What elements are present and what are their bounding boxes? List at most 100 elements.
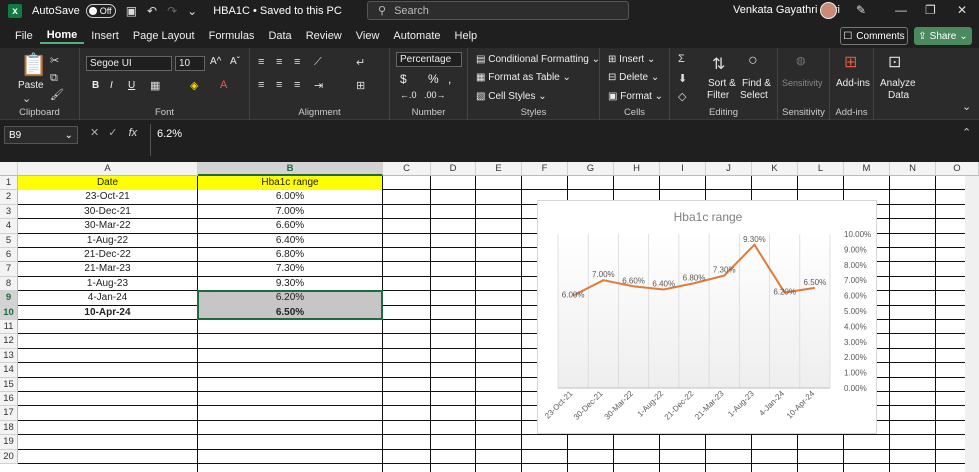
format-cells-button[interactable]: ▣ Format ⌄	[608, 91, 663, 102]
autosum-icon[interactable]: Σ	[678, 53, 685, 65]
autosave-toggle[interactable]: Off	[85, 4, 116, 18]
row-header-20[interactable]: 20	[0, 449, 18, 464]
cell-b8[interactable]: 9.30%	[198, 277, 382, 291]
tab-file[interactable]: File	[8, 30, 40, 42]
collapse-ribbon-icon[interactable]: ⌄	[962, 100, 971, 113]
cell-a2[interactable]: 23-Oct-21	[18, 190, 197, 204]
cell-b7[interactable]: 7.30%	[198, 262, 382, 276]
paste-dropdown-icon[interactable]: ⌄	[22, 92, 31, 105]
row-header-9[interactable]: 9	[0, 291, 18, 306]
restore-icon[interactable]: ❐	[925, 3, 936, 17]
select-all-corner[interactable]	[0, 162, 18, 176]
cell-b1[interactable]: Hba1c range	[198, 176, 382, 191]
align-bottom-icon[interactable]: ≡	[294, 56, 300, 68]
column-header-m[interactable]: M	[844, 162, 890, 176]
cell-a8[interactable]: 1-Aug-23	[18, 277, 197, 291]
borders-icon[interactable]: ▦	[150, 79, 160, 92]
sensitivity-icon[interactable]: ◍	[796, 54, 806, 67]
column-header-l[interactable]: L	[798, 162, 844, 176]
tab-view[interactable]: View	[349, 30, 387, 42]
row-header-3[interactable]: 3	[0, 204, 18, 220]
analyze-data-icon[interactable]: ⊡	[888, 52, 901, 72]
fill-icon[interactable]: ⬇	[678, 72, 687, 85]
enter-icon[interactable]: ✓	[108, 127, 117, 139]
align-top-icon[interactable]: ≡	[258, 56, 264, 68]
tab-automate[interactable]: Automate	[386, 30, 447, 42]
column-header-j[interactable]: J	[706, 162, 752, 176]
percent-icon[interactable]: %	[428, 72, 439, 86]
cell-a7[interactable]: 21-Mar-23	[18, 262, 197, 276]
column-header-i[interactable]: I	[660, 162, 706, 176]
delete-cells-button[interactable]: ⊟ Delete ⌄	[608, 72, 659, 83]
row-header-2[interactable]: 2	[0, 190, 18, 205]
row-header-4[interactable]: 4	[0, 219, 18, 234]
column-header-a[interactable]: A	[18, 162, 198, 176]
analyze-data-button[interactable]: Analyze	[880, 78, 916, 89]
cell-a6[interactable]: 21-Dec-22	[18, 248, 197, 262]
bold-button[interactable]: B	[92, 80, 99, 91]
save-icon[interactable]: ▣	[126, 4, 137, 18]
column-header-d[interactable]: D	[431, 162, 476, 176]
cell-b4[interactable]: 6.60%	[198, 219, 382, 233]
comments-button[interactable]: ☐ Comments	[840, 27, 908, 45]
column-header-n[interactable]: N	[890, 162, 936, 176]
name-box[interactable]: B9 ⌄	[4, 126, 78, 144]
column-header-o[interactable]: O	[936, 162, 979, 176]
align-left-icon[interactable]: ≡	[258, 79, 264, 91]
row-header-13[interactable]: 13	[0, 348, 18, 364]
expand-formula-icon[interactable]: ⌃	[962, 126, 971, 139]
align-right-icon[interactable]: ≡	[294, 79, 300, 91]
share-button[interactable]: ⇪ Share ⌄	[914, 27, 972, 45]
format-painter-icon[interactable]: 🖌	[50, 88, 64, 101]
tab-formulas[interactable]: Formulas	[202, 30, 262, 42]
cell-a4[interactable]: 30-Mar-22	[18, 219, 197, 233]
tab-home[interactable]: Home	[39, 29, 85, 44]
row-header-19[interactable]: 19	[0, 435, 18, 450]
tab-insert[interactable]: Insert	[84, 30, 126, 42]
pen-icon[interactable]: ✎	[856, 3, 866, 17]
column-header-b[interactable]: B	[198, 162, 383, 176]
cell-a3[interactable]: 30-Dec-21	[18, 205, 197, 219]
increase-font-icon[interactable]: A^	[210, 56, 221, 67]
wrap-text-icon[interactable]: ↵	[356, 56, 365, 69]
formula-input[interactable]: 6.2%	[150, 124, 970, 156]
copy-icon[interactable]: ⧉	[50, 72, 58, 85]
row-header-7[interactable]: 7	[0, 262, 18, 277]
column-header-k[interactable]: K	[752, 162, 798, 176]
row-header-18[interactable]: 18	[0, 420, 18, 436]
paste-button[interactable]: Paste	[18, 80, 44, 91]
customize-toolbar-icon[interactable]: ⌄	[187, 4, 197, 18]
find-select-button[interactable]: Find &	[742, 78, 771, 89]
row-header-11[interactable]: 11	[0, 320, 18, 335]
cancel-icon[interactable]: ✕	[90, 127, 99, 139]
column-header-h[interactable]: H	[614, 162, 660, 176]
row-header-5[interactable]: 5	[0, 233, 18, 248]
cell-a1[interactable]: Date	[18, 176, 197, 191]
hba1c-line-chart[interactable]: Hba1c range 0.00% 1.00% 2.00% 3.00% 4.00% 5.00…	[537, 200, 877, 434]
cell-a9[interactable]: 4-Jan-24	[18, 291, 197, 305]
undo-icon[interactable]: ↶	[147, 4, 157, 18]
cell-styles-button[interactable]: ▧ Cell Styles ⌄	[476, 91, 547, 102]
insert-function-icon[interactable]: fx	[129, 127, 138, 139]
italic-button[interactable]: I	[110, 80, 113, 91]
column-header-f[interactable]: F	[522, 162, 568, 176]
sensitivity-button[interactable]: Sensitivity	[782, 78, 823, 88]
decrease-font-icon[interactable]: Aˇ	[230, 56, 240, 67]
merge-center-icon[interactable]: ⊞	[356, 79, 365, 92]
tab-page-layout[interactable]: Page Layout	[126, 30, 202, 42]
underline-button[interactable]: U	[128, 80, 135, 91]
paste-icon[interactable]: 📋	[20, 52, 47, 78]
cell-b5[interactable]: 6.40%	[198, 234, 382, 248]
row-header-8[interactable]: 8	[0, 276, 18, 292]
minimize-icon[interactable]: —	[895, 3, 907, 17]
row-header-15[interactable]: 15	[0, 377, 18, 392]
addins-button[interactable]: Add-ins	[836, 78, 870, 89]
decrease-decimal-icon[interactable]: .00→	[424, 90, 446, 100]
row-header-16[interactable]: 16	[0, 392, 18, 407]
row-header-12[interactable]: 12	[0, 334, 18, 349]
cell-a5[interactable]: 1-Aug-22	[18, 234, 197, 248]
row-header-1[interactable]: 1	[0, 176, 18, 191]
orientation-icon[interactable]: ⟋	[314, 56, 322, 69]
sort-filter-button[interactable]: Sort &	[708, 78, 736, 89]
column-header-g[interactable]: G	[568, 162, 614, 176]
